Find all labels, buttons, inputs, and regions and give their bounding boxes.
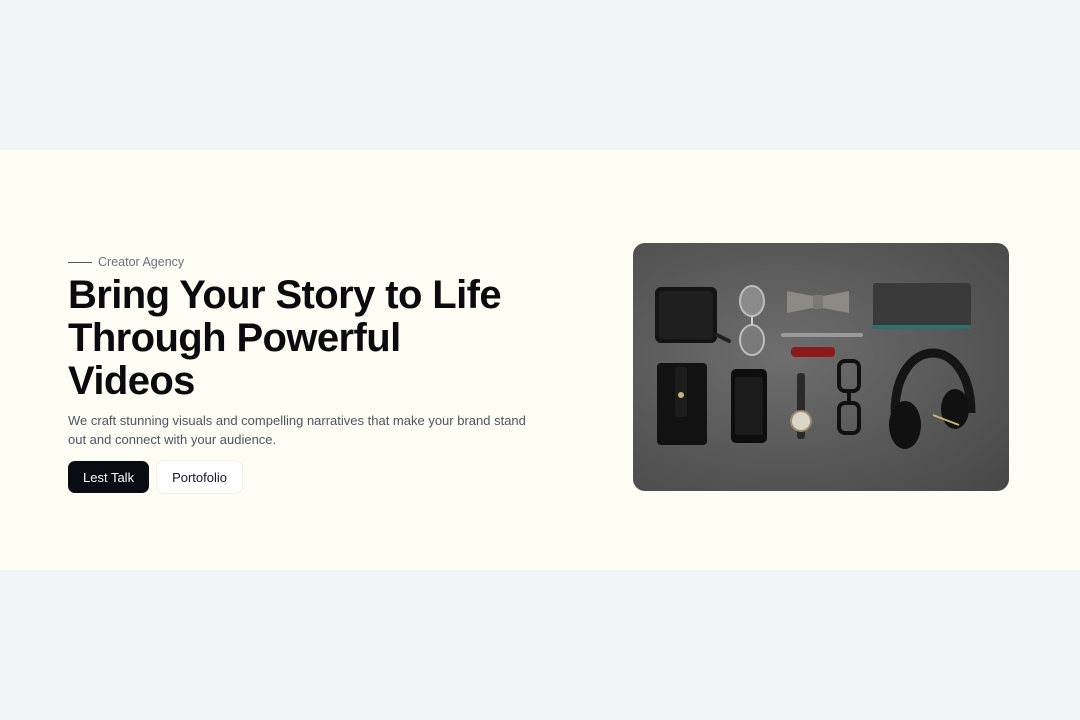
bow-tie — [787, 291, 849, 313]
portfolio-button[interactable]: Portofolio — [157, 461, 242, 493]
sunglasses — [739, 285, 765, 356]
phone-case — [657, 363, 707, 445]
hero-image — [633, 243, 1009, 491]
hero-title: Bring Your Story to Life Through Powerfu… — [68, 274, 538, 403]
eyebrow: Creator Agency — [68, 254, 548, 270]
hero-section: Creator Agency Bring Your Story to Life … — [0, 150, 1080, 570]
hero-title-line: Videos — [68, 359, 195, 403]
wallet — [655, 287, 731, 343]
headphones — [889, 348, 976, 449]
hero-content: Creator Agency Bring Your Story to Life … — [68, 254, 548, 493]
notebook — [873, 283, 971, 329]
eyeglasses — [837, 359, 861, 435]
hero-title-line: Through Powerful — [68, 316, 401, 360]
wristwatch — [790, 373, 812, 439]
smartphone — [731, 369, 767, 443]
eyebrow-label: Creator Agency — [98, 255, 185, 269]
pen — [781, 333, 863, 337]
flatlay-illustration — [655, 283, 976, 449]
hero-buttons: Lest Talk Portofolio — [68, 461, 548, 493]
lets-talk-button[interactable]: Lest Talk — [68, 461, 150, 493]
pocket-knife — [791, 347, 835, 357]
hero-description: We craft stunning visuals and compelling… — [68, 413, 526, 447]
eyebrow-rule — [68, 261, 92, 263]
hero-title-line: Bring Your Story to Life — [68, 273, 502, 317]
